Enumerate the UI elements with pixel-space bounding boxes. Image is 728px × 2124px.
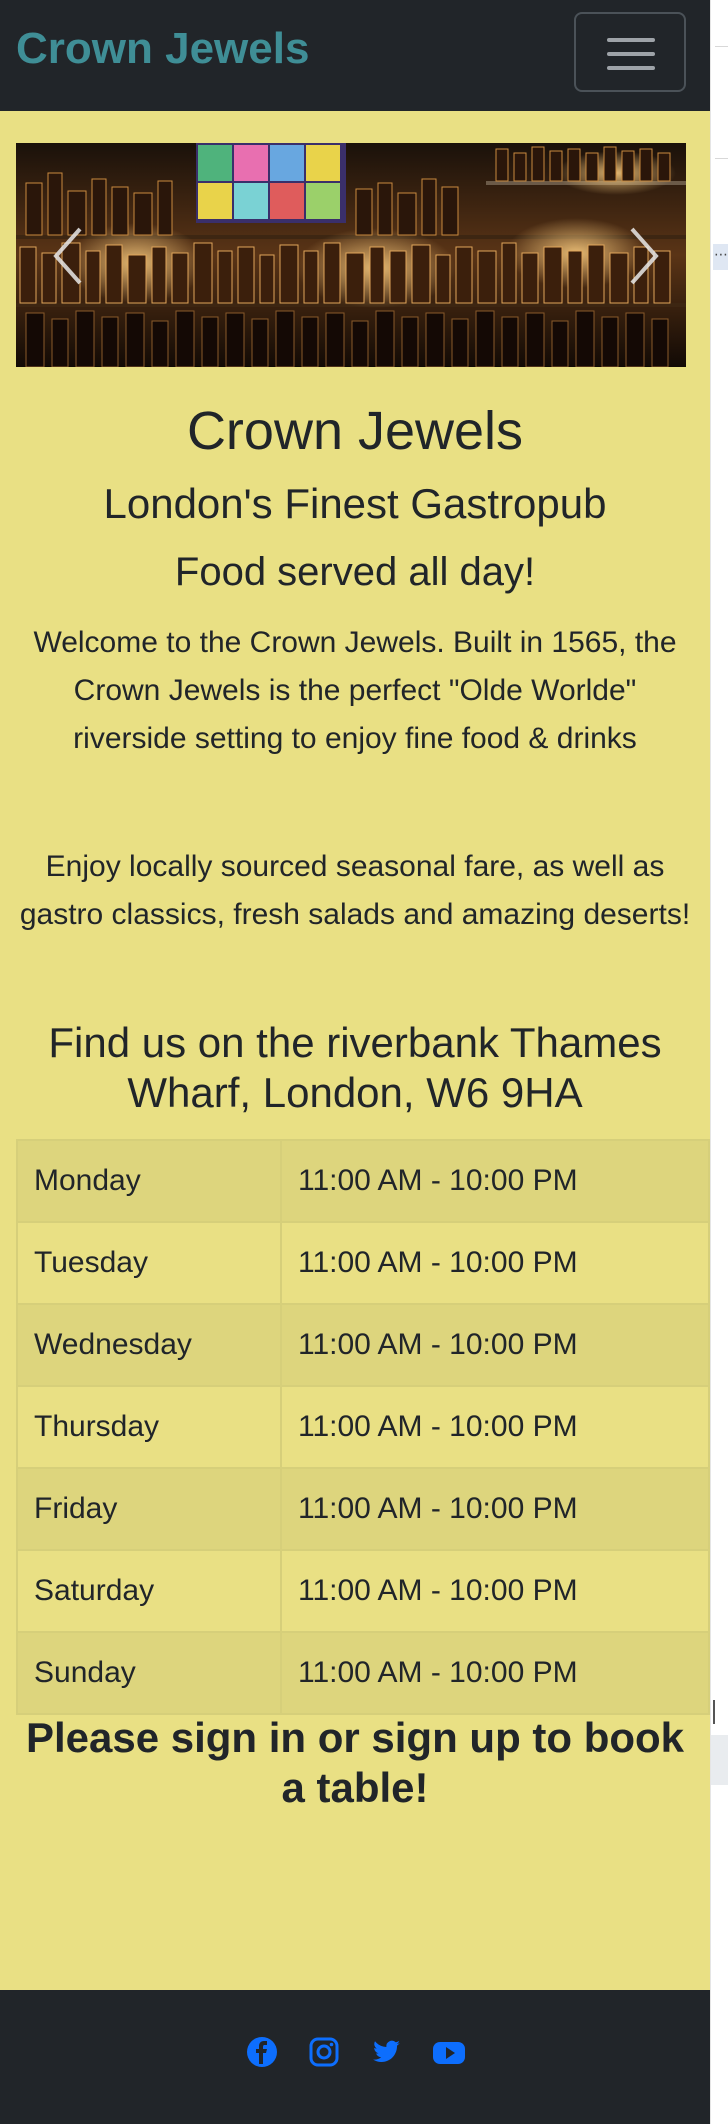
intro-paragraph-2: Enjoy locally sourced seasonal fare, as … [19, 850, 691, 931]
youtube-link[interactable] [432, 2036, 465, 2068]
twitter-link[interactable] [370, 2036, 402, 2068]
page-subtitle: London's Finest Gastropub [103, 480, 607, 527]
scrollbar-strip: ⋯ [710, 0, 728, 2124]
overflow-indicator: ⋯ [713, 244, 728, 270]
time-cell: 11:00 AM - 10:00 PM [280, 1139, 710, 1223]
instagram-link[interactable] [308, 2036, 340, 2068]
time-cell: 11:00 AM - 10:00 PM [280, 1385, 710, 1469]
day-cell: Wednesday [16, 1303, 282, 1387]
day-cell: Sunday [16, 1631, 282, 1715]
intro-paragraph-1: Welcome to the Crown Jewels. Built in 15… [33, 626, 677, 755]
carousel-prev-button[interactable] [42, 221, 102, 291]
table-row: Monday 11:00 AM - 10:00 PM [16, 1139, 710, 1223]
time-cell: 11:00 AM - 10:00 PM [280, 1303, 710, 1387]
carousel-image [16, 143, 686, 367]
viewport: Crown Jewels Crown Jewels London's Fines… [0, 0, 710, 2124]
twitter-icon [373, 2040, 400, 2062]
time-cell: 11:00 AM - 10:00 PM [280, 1631, 710, 1715]
chevron-left-icon [53, 227, 82, 285]
day-cell: Saturday [16, 1549, 282, 1633]
booking-message: Please sign in or sign up to book a tabl… [25, 1714, 685, 1811]
youtube-icon [433, 2042, 465, 2064]
page-title: Crown Jewels [186, 401, 524, 461]
footer [0, 1990, 710, 2124]
image-carousel [16, 143, 686, 367]
table-row: Wednesday 11:00 AM - 10:00 PM [16, 1303, 710, 1387]
facebook-icon [247, 2037, 277, 2067]
location-heading: Find us on the riverbank Thames Wharf, L… [48, 1019, 662, 1116]
navbar: Crown Jewels [0, 0, 710, 111]
tagline: Food served all day! [174, 550, 536, 594]
table-row: Thursday 11:00 AM - 10:00 PM [16, 1385, 710, 1469]
opening-hours-table: Monday 11:00 AM - 10:00 PM Tuesday 11:00… [16, 1139, 710, 1715]
table-row: Friday 11:00 AM - 10:00 PM [16, 1467, 710, 1551]
facebook-link[interactable] [246, 2036, 278, 2068]
instagram-icon [309, 2037, 339, 2067]
time-cell: 11:00 AM - 10:00 PM [280, 1221, 710, 1305]
table-row: Tuesday 11:00 AM - 10:00 PM [16, 1221, 710, 1305]
table-row: Sunday 11:00 AM - 10:00 PM [16, 1631, 710, 1715]
hamburger-icon [607, 38, 655, 42]
time-cell: 11:00 AM - 10:00 PM [280, 1549, 710, 1633]
page: Crown Jewels Crown Jewels London's Fines… [0, 0, 728, 2124]
social-links [0, 2036, 710, 2068]
navbar-toggle-button[interactable] [574, 12, 686, 92]
table-row: Saturday 11:00 AM - 10:00 PM [16, 1549, 710, 1633]
day-cell: Friday [16, 1467, 282, 1551]
day-cell: Tuesday [16, 1221, 282, 1305]
time-cell: 11:00 AM - 10:00 PM [280, 1467, 710, 1551]
carousel-next-button[interactable] [610, 221, 670, 291]
brand-logo[interactable]: Crown Jewels [16, 24, 309, 74]
chevron-right-icon [630, 227, 659, 285]
day-cell: Thursday [16, 1385, 282, 1469]
day-cell: Monday [16, 1139, 282, 1223]
